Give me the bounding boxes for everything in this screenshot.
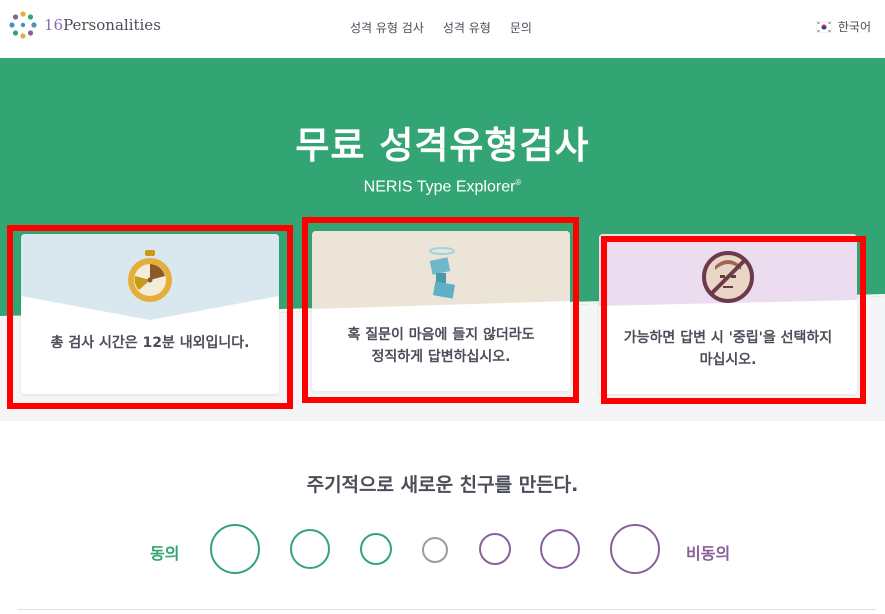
logo-word: Personalities — [63, 16, 161, 34]
answer-option-disagree[interactable] — [540, 529, 580, 569]
nav-personality-test[interactable]: 성격 유형 검사 — [350, 19, 424, 36]
page-title: 무료 성격유형검사 — [295, 124, 590, 167]
nav-contact[interactable]: 문의 — [510, 19, 532, 36]
language-selector[interactable]: 한국어 — [815, 18, 871, 35]
answer-option-slightly-disagree[interactable] — [479, 533, 511, 565]
disagree-label: 비동의 — [686, 544, 731, 563]
language-label: 한국어 — [837, 20, 871, 34]
answer-scale: 동의 비동의 — [0, 520, 885, 580]
registered-mark: ® — [515, 178, 522, 187]
page-subtitle: NERIS Type Explorer® — [0, 178, 885, 196]
subtitle-text: NERIS Type Explorer — [363, 178, 516, 196]
highlight-box-card-2 — [302, 217, 579, 403]
question-text: 주기적으로 새로운 친구를 만든다. — [306, 474, 579, 496]
answer-option-neutral[interactable] — [422, 537, 448, 563]
agree-label: 동의 — [150, 544, 180, 563]
answer-option-strongly-agree[interactable] — [210, 524, 260, 574]
korea-flag-icon — [815, 20, 832, 33]
top-navigation-bar: 16Personalities 성격 유형 검사 성격 유형 문의 한국어 — [0, 0, 885, 58]
logo-dots-icon — [9, 11, 37, 39]
answer-option-agree[interactable] — [290, 529, 330, 569]
question-divider — [18, 609, 876, 610]
highlight-box-card-1 — [7, 225, 293, 409]
nav-personality-types[interactable]: 성격 유형 — [443, 19, 491, 36]
main-nav: 성격 유형 검사 성격 유형 문의 — [350, 19, 532, 36]
logo-wordmark: 16Personalities — [44, 16, 161, 34]
logo[interactable]: 16Personalities — [8, 10, 161, 40]
logo-number: 16 — [44, 16, 64, 34]
answer-option-strongly-disagree[interactable] — [610, 524, 660, 574]
highlight-box-card-3 — [601, 236, 866, 404]
answer-option-slightly-agree[interactable] — [360, 533, 392, 565]
